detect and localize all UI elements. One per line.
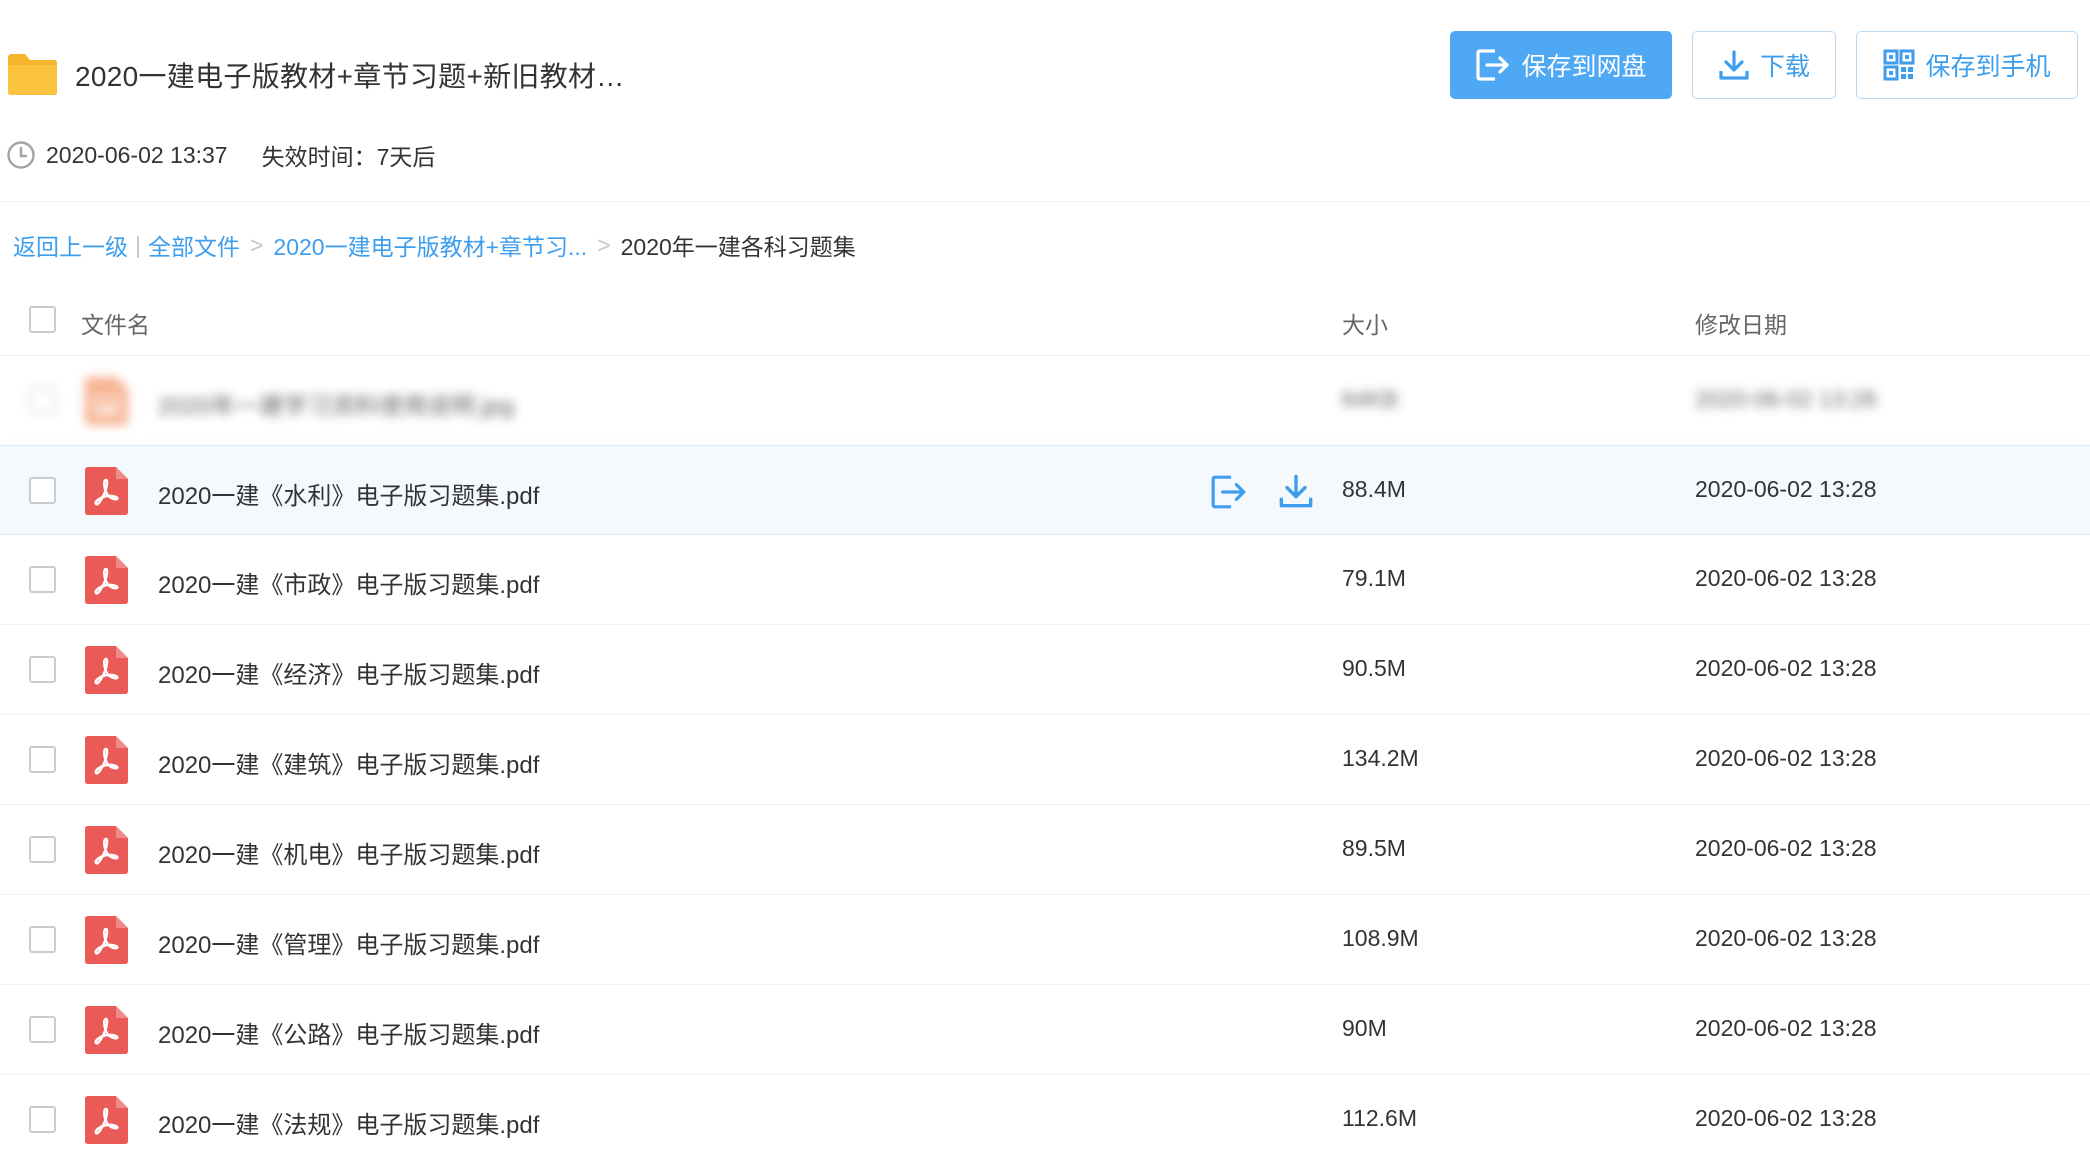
row-save-icon[interactable] xyxy=(1210,473,1248,511)
breadcrumb-separator: > xyxy=(597,231,611,258)
file-row[interactable]: 2020一建《建筑》电子版习题集.pdf 134.2M 2020-06-02 1… xyxy=(0,715,2090,805)
breadcrumb-all-files-link[interactable]: 全部文件 xyxy=(148,228,240,262)
file-size: 88.4M xyxy=(1342,476,1406,502)
share-meta: 2020-06-02 13:37 失效时间：7天后 xyxy=(6,138,435,172)
file-name[interactable]: 2020一建《建筑》电子版习题集.pdf xyxy=(158,745,539,780)
file-size: 112.6M xyxy=(1342,1105,1418,1131)
file-name[interactable]: 2020一建《水利》电子版习题集.pdf xyxy=(158,476,539,511)
file-size: 64KB xyxy=(1342,386,1399,412)
file-name[interactable]: 2020一建《法规》电子版习题集.pdf xyxy=(158,1105,539,1140)
row-checkbox[interactable] xyxy=(29,1016,56,1043)
pdf-file-icon xyxy=(85,916,128,964)
file-row[interactable]: 2020一建《市政》电子版习题集.pdf 79.1M 2020-06-02 13… xyxy=(0,535,2090,625)
pdf-file-icon xyxy=(85,1006,128,1054)
breadcrumb: 返回上一级 | 全部文件 > 2020一建电子版教材+章节习... > 2020… xyxy=(13,228,856,262)
file-row[interactable]: 2020一建《水利》电子版习题集.pdf 88.4M 2020-06-02 13… xyxy=(0,445,2090,535)
share-page: 2020一建电子版教材+章节习题+新旧教材… 2020-06-02 13:37 … xyxy=(0,0,2090,1149)
column-header-size[interactable]: 大小 xyxy=(1342,306,1388,340)
file-row[interactable]: 2020一建《公路》电子版习题集.pdf 90M 2020-06-02 13:2… xyxy=(0,985,2090,1075)
file-date: 2020-06-02 13:28 xyxy=(1695,476,1877,502)
row-checkbox[interactable] xyxy=(29,566,56,593)
save-to-cloud-label: 保存到网盘 xyxy=(1521,53,1647,81)
row-download-icon[interactable] xyxy=(1278,473,1316,511)
breadcrumb-current: 2020年一建各科习题集 xyxy=(620,234,856,260)
file-date: 2020-06-02 13:28 xyxy=(1695,565,1877,591)
row-checkbox[interactable] xyxy=(29,477,56,504)
row-checkbox[interactable] xyxy=(29,387,56,414)
row-checkbox[interactable] xyxy=(29,746,56,773)
download-button[interactable]: 下载 xyxy=(1692,31,1836,99)
folder-icon xyxy=(8,54,57,95)
file-row[interactable]: 2020一建《机电》电子版习题集.pdf 89.5M 2020-06-02 13… xyxy=(0,805,2090,895)
qrcode-icon xyxy=(1883,49,1915,81)
pdf-file-icon xyxy=(85,646,128,694)
breadcrumb-back-link[interactable]: 返回上一级 xyxy=(13,228,128,262)
file-name[interactable]: 2020年一建学习资料使用说明.jpg xyxy=(158,386,514,421)
save-to-phone-button[interactable]: 保存到手机 xyxy=(1856,31,2078,99)
download-label: 下载 xyxy=(1759,53,1810,81)
row-checkbox[interactable] xyxy=(29,1106,56,1133)
file-size: 108.9M xyxy=(1342,925,1419,951)
file-date: 2020-06-02 13:28 xyxy=(1695,1105,1877,1131)
file-date: 2020-06-02 13:28 xyxy=(1695,925,1877,951)
row-actions xyxy=(1210,473,1316,511)
expire-time: 失效时间：7天后 xyxy=(261,144,436,170)
share-header: 2020一建电子版教材+章节习题+新旧教材… 2020-06-02 13:37 … xyxy=(0,0,2090,202)
column-header-name[interactable]: 文件名 xyxy=(81,306,150,340)
file-date: 2020-06-02 13:28 xyxy=(1695,835,1877,861)
file-date: 2020-06-02 13:28 xyxy=(1695,386,1877,412)
pdf-file-icon xyxy=(85,556,128,604)
file-table-header: 文件名 大小 修改日期 xyxy=(0,282,2090,356)
pdf-file-icon xyxy=(85,736,128,784)
column-header-date[interactable]: 修改日期 xyxy=(1695,306,1787,340)
file-name[interactable]: 2020一建《经济》电子版习题集.pdf xyxy=(158,655,539,690)
file-name[interactable]: 2020一建《机电》电子版习题集.pdf xyxy=(158,835,539,870)
row-checkbox[interactable] xyxy=(29,656,56,683)
clock-icon xyxy=(7,141,35,169)
breadcrumb-divider: | xyxy=(135,231,141,258)
image-file-icon xyxy=(85,377,128,425)
file-size: 89.5M xyxy=(1342,835,1406,861)
pdf-file-icon xyxy=(85,1096,128,1144)
select-all-checkbox[interactable] xyxy=(29,306,56,333)
pdf-file-icon xyxy=(85,467,128,515)
file-name[interactable]: 2020一建《公路》电子版习题集.pdf xyxy=(158,1015,539,1050)
file-row[interactable]: 2020一建《法规》电子版习题集.pdf 112.6M 2020-06-02 1… xyxy=(0,1075,2090,1149)
breadcrumb-separator: > xyxy=(249,231,264,258)
file-size: 90M xyxy=(1342,1015,1387,1041)
file-date: 2020-06-02 13:28 xyxy=(1695,745,1877,771)
download-icon xyxy=(1719,50,1749,80)
file-size: 134.2M xyxy=(1342,745,1419,771)
breadcrumb-parent-link[interactable]: 2020一建电子版教材+章节习... xyxy=(273,228,587,262)
save-to-phone-label: 保存到手机 xyxy=(1925,53,2051,81)
save-to-cloud-icon xyxy=(1476,49,1510,81)
row-checkbox[interactable] xyxy=(29,836,56,863)
pdf-file-icon xyxy=(85,826,128,874)
row-checkbox[interactable] xyxy=(29,926,56,953)
share-date: 2020-06-02 13:37 xyxy=(46,141,228,168)
file-date: 2020-06-02 13:28 xyxy=(1695,1015,1877,1041)
file-name[interactable]: 2020一建《管理》电子版习题集.pdf xyxy=(158,925,539,960)
file-date: 2020-06-02 13:28 xyxy=(1695,655,1877,681)
file-row[interactable]: 2020一建《经济》电子版习题集.pdf 90.5M 2020-06-02 13… xyxy=(0,625,2090,715)
share-title: 2020一建电子版教材+章节习题+新旧教材… xyxy=(75,61,625,92)
file-size: 90.5M xyxy=(1342,655,1406,681)
file-row[interactable]: 2020年一建学习资料使用说明.jpg 64KB 2020-06-02 13:2… xyxy=(0,356,2090,446)
file-size: 79.1M xyxy=(1342,565,1406,591)
file-row[interactable]: 2020一建《管理》电子版习题集.pdf 108.9M 2020-06-02 1… xyxy=(0,895,2090,985)
file-name[interactable]: 2020一建《市政》电子版习题集.pdf xyxy=(158,565,539,600)
save-to-cloud-button[interactable]: 保存到网盘 xyxy=(1450,31,1672,99)
